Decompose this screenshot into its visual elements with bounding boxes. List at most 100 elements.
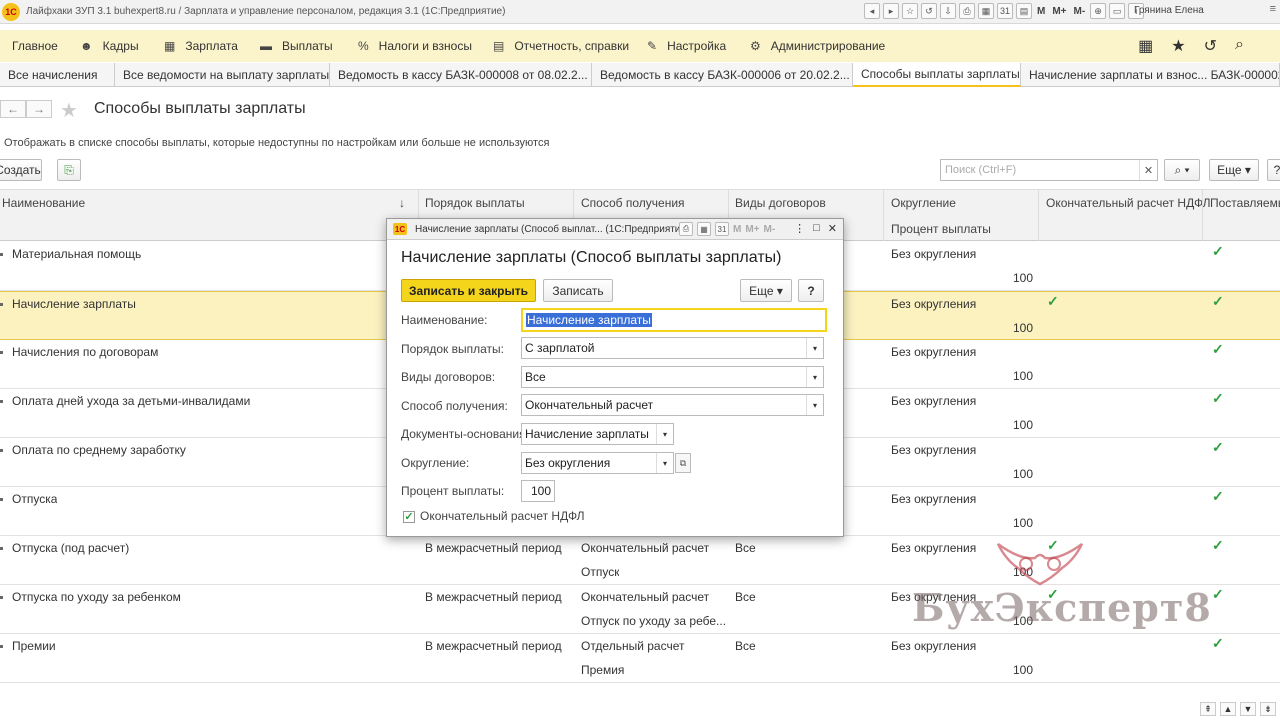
- chevron-down-icon[interactable]: ▾: [656, 453, 673, 473]
- memory-minus-button[interactable]: M-: [764, 224, 776, 235]
- open-link-icon[interactable]: ⧉: [675, 453, 691, 473]
- close-icon[interactable]: ✕: [828, 222, 837, 235]
- maximize-icon[interactable]: □: [813, 222, 820, 235]
- method-select[interactable]: Окончательный расчет ▾: [521, 394, 824, 416]
- dialog-window-title: Начисление зарплаты (Способ выплат... (1…: [415, 223, 690, 235]
- col-order[interactable]: Порядок выплаты: [425, 196, 525, 210]
- help-button[interactable]: ?: [798, 279, 824, 302]
- create-button[interactable]: Создать: [0, 159, 42, 181]
- tab-all-statements[interactable]: Все ведомости на выплату зарплаты✕: [115, 63, 330, 87]
- window-icon[interactable]: ▭: [1109, 3, 1126, 19]
- back-icon[interactable]: ◂: [864, 3, 880, 19]
- tab-statement-000006[interactable]: Ведомость в кассу БАЗК-000006 от 20.02.2…: [592, 63, 853, 87]
- zoom-icon[interactable]: ⊕: [1090, 3, 1107, 19]
- calculator-icon[interactable]: ▤: [1016, 3, 1032, 19]
- download-icon[interactable]: ⇩: [940, 3, 956, 19]
- print-icon[interactable]: ⎙: [959, 3, 975, 19]
- final-ndfl-label[interactable]: Окончательный расчет НДФЛ: [420, 509, 585, 523]
- row-bullet-icon: [0, 303, 3, 306]
- col-contracts[interactable]: Виды договоров: [735, 196, 826, 210]
- favorites-icon[interactable]: ☆: [902, 3, 918, 19]
- forward-arrow-icon[interactable]: →: [26, 100, 52, 118]
- method-label: Способ получения:: [401, 399, 508, 413]
- memory-plus-button[interactable]: M+: [1050, 6, 1068, 17]
- name-field[interactable]: Начисление зарплаты: [521, 308, 827, 332]
- tab-payroll-doc[interactable]: Начисление зарплаты и взнос... БАЗК-0000…: [1021, 63, 1280, 87]
- col-method[interactable]: Способ получения: [581, 196, 685, 210]
- contracts-select[interactable]: Все ▾: [521, 366, 824, 388]
- copy-icon[interactable]: ⎘: [57, 159, 81, 181]
- percent-icon: %: [358, 39, 369, 53]
- section-admin[interactable]: ⚙ Администрирование: [750, 39, 885, 53]
- row-contracts: Все: [735, 541, 756, 555]
- chevron-down-icon[interactable]: ▾: [806, 367, 823, 387]
- col-name[interactable]: Наименование: [2, 196, 85, 210]
- section-staff[interactable]: ☻ Кадры: [80, 39, 139, 53]
- section-salary[interactable]: ▦ Зарплата: [164, 39, 238, 53]
- percent-input[interactable]: 100: [521, 480, 555, 502]
- search-button[interactable]: ⌕ ▾: [1164, 159, 1200, 181]
- section-settings[interactable]: ✎ Настройка: [647, 39, 726, 53]
- memory-minus-button[interactable]: M-: [1072, 6, 1088, 17]
- tab-payment-methods[interactable]: Способы выплаты зарплаты✕: [853, 63, 1021, 87]
- order-select[interactable]: С зарплатой ▾: [521, 337, 824, 359]
- calendar-icon[interactable]: 31: [997, 3, 1013, 19]
- history-icon[interactable]: ↺: [921, 3, 937, 19]
- chevron-down-icon[interactable]: ▾: [806, 395, 823, 415]
- forward-icon[interactable]: ▸: [883, 3, 899, 19]
- menu-icon[interactable]: ≡: [1270, 3, 1276, 15]
- supplied-check-icon: ✓: [1212, 293, 1224, 309]
- section-taxes[interactable]: % Налоги и взносы: [358, 39, 472, 53]
- supplied-check-icon: ✓: [1212, 537, 1224, 553]
- grid-menu-icon[interactable]: ▦: [1138, 36, 1153, 56]
- table-icon[interactable]: ▦: [978, 3, 994, 19]
- calendar-icon[interactable]: 31: [715, 222, 729, 236]
- memory-button[interactable]: M: [733, 224, 741, 235]
- clear-icon[interactable]: ✕: [1139, 160, 1157, 180]
- col-rounding[interactable]: Округление: [891, 196, 956, 210]
- col-supplied[interactable]: Поставляемый: [1210, 196, 1280, 210]
- section-payments[interactable]: ▬ Выплаты: [260, 39, 333, 53]
- tab-statement-000008[interactable]: Ведомость в кассу БАЗК-000008 от 08.02.2…: [330, 63, 592, 87]
- help-button[interactable]: ?: [1267, 159, 1280, 181]
- memory-button[interactable]: M: [1035, 6, 1047, 17]
- scroll-down-icon[interactable]: ▼: [1240, 702, 1256, 716]
- save-and-close-button[interactable]: Записать и закрыть: [401, 279, 536, 302]
- row-percent: 100: [1013, 369, 1034, 383]
- supplied-check-icon: ✓: [1212, 390, 1224, 406]
- favorite-star-icon[interactable]: ★: [60, 98, 78, 123]
- col-final-ndfl[interactable]: Окончательный расчет НДФЛ: [1046, 196, 1211, 210]
- chevron-down-icon[interactable]: ▾: [806, 338, 823, 358]
- sort-arrow-icon[interactable]: ↓: [399, 196, 405, 210]
- show-unavailable-hint[interactable]: Отображать в списке способы выплаты, кот…: [4, 137, 549, 149]
- more-button[interactable]: Еще ▾: [1209, 159, 1259, 181]
- final-ndfl-checkbox[interactable]: ✓: [403, 511, 415, 523]
- table-row[interactable]: Премии В межрасчетный период Отдельный рас…: [0, 634, 1280, 683]
- section-reports[interactable]: ▤ Отчетность, справки: [493, 39, 629, 53]
- scroll-bottom-icon[interactable]: ⇟: [1260, 702, 1276, 716]
- star-icon[interactable]: ★: [1171, 36, 1185, 56]
- col-percent[interactable]: Процент выплаты: [891, 222, 991, 236]
- more-icon[interactable]: ⋮: [794, 222, 805, 235]
- more-button[interactable]: Еще ▾: [740, 279, 792, 302]
- column-divider: [1202, 189, 1203, 241]
- chevron-down-icon[interactable]: ▾: [656, 424, 673, 444]
- titlebar-tools: ◂ ▸ ☆ ↺ ⇩ ⎙ ▦ 31 ▤ M M+ M- ⊕ ▭ i: [864, 3, 1145, 19]
- print-icon[interactable]: ⎙: [679, 222, 693, 236]
- search-input[interactable]: Поиск (Ctrl+F) ✕: [940, 159, 1158, 181]
- section-main[interactable]: Главное: [12, 39, 58, 53]
- search-icon[interactable]: ⌕: [1235, 36, 1244, 56]
- history-icon[interactable]: ↺: [1204, 36, 1217, 56]
- scroll-up-icon[interactable]: ▲: [1220, 702, 1236, 716]
- app-logo-icon: 1С: [2, 2, 20, 21]
- save-button[interactable]: Записать: [543, 279, 613, 302]
- back-arrow-icon[interactable]: ←: [0, 100, 26, 118]
- scroll-top-icon[interactable]: ⇞: [1200, 702, 1216, 716]
- docs-select[interactable]: Начисление зарплаты ▾: [521, 423, 674, 445]
- calculator-icon[interactable]: ▦: [697, 222, 711, 236]
- rounding-select[interactable]: Без округления ▾: [521, 452, 674, 474]
- current-user[interactable]: Грянина Елена: [1134, 5, 1204, 16]
- tab-all-accruals[interactable]: Все начисления: [0, 63, 115, 87]
- row-bullet-icon: [0, 596, 3, 599]
- memory-plus-button[interactable]: M+: [745, 224, 759, 235]
